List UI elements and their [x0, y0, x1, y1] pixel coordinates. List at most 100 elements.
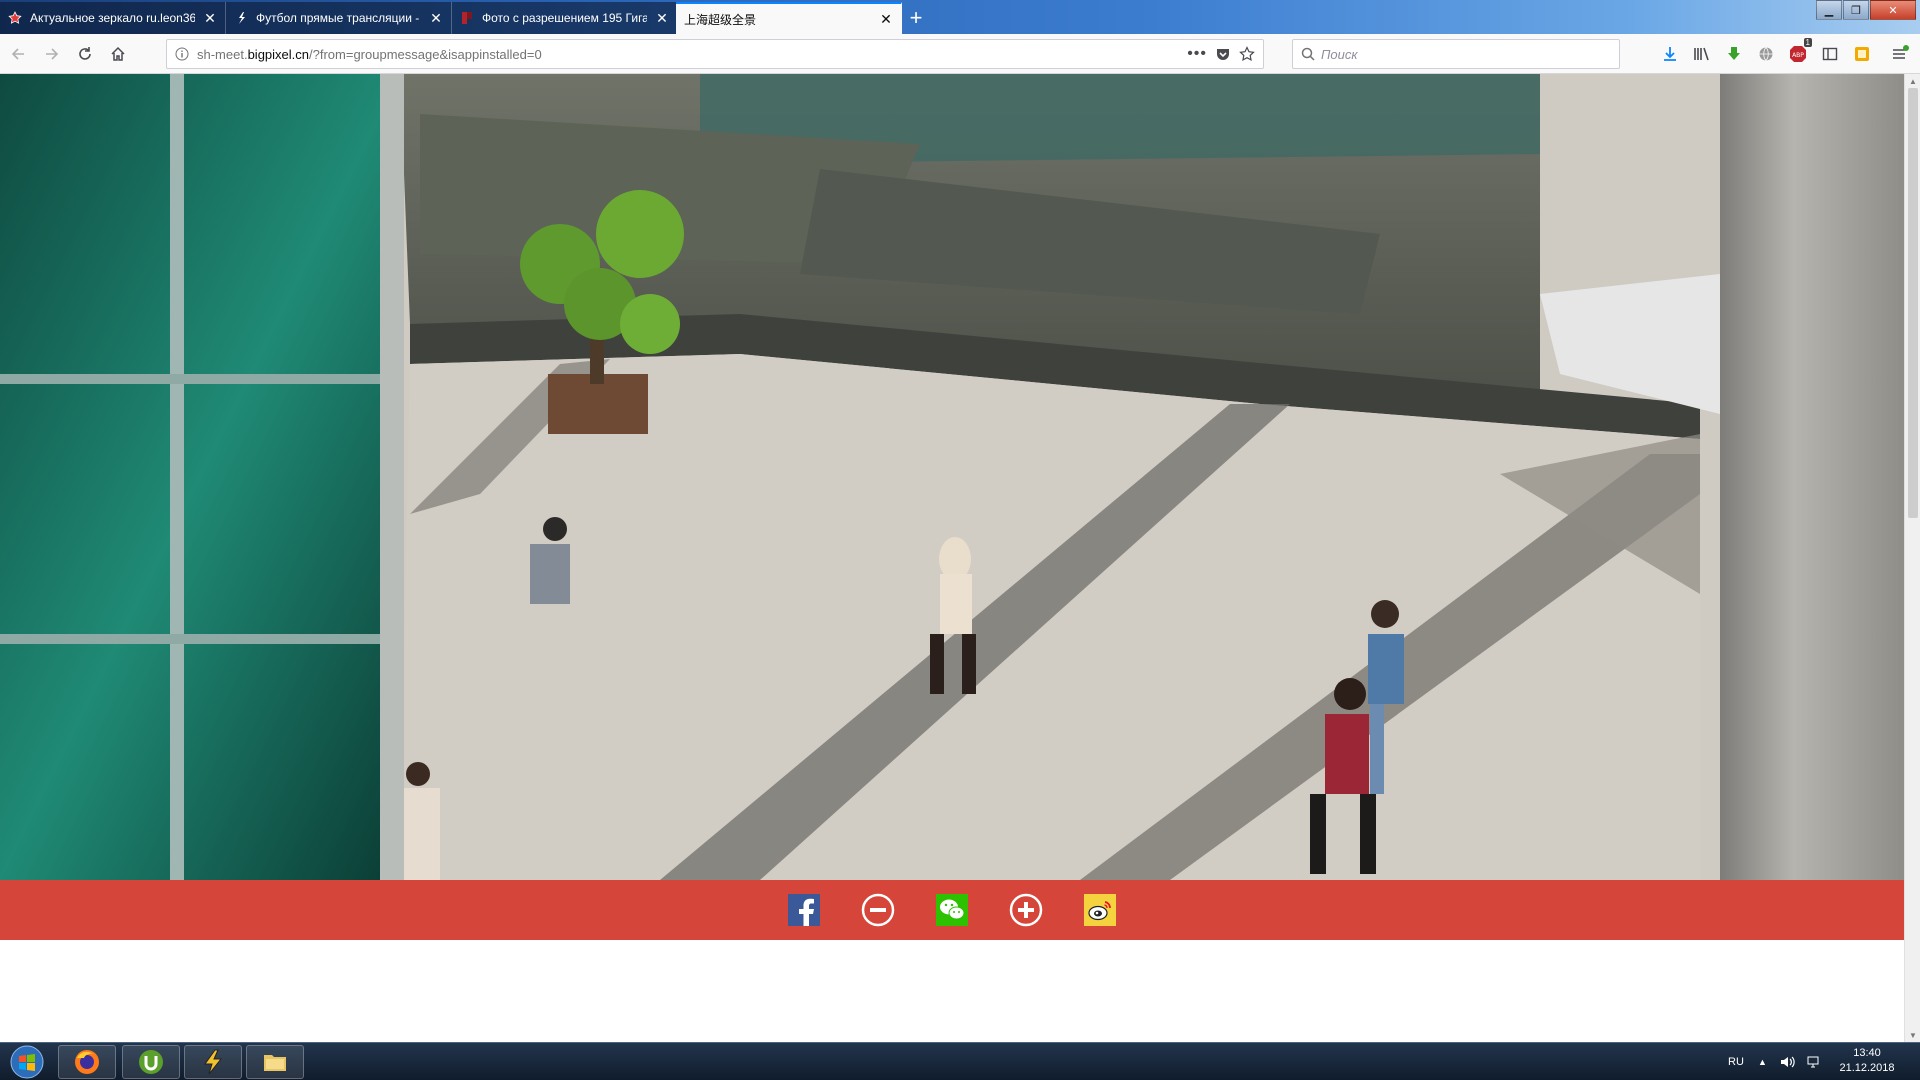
plus-icon: + — [909, 5, 923, 30]
tab-strip: Актуальное зеркало ru.leon36 ✕ Футбол пр… — [0, 0, 1920, 34]
page-content — [0, 74, 1904, 1042]
url-text: sh-meet.bigpixel.cn/?from=groupmessage&i… — [197, 47, 1179, 62]
scroll-up-icon[interactable]: ▲ — [1905, 74, 1920, 88]
facebook-share-button[interactable] — [787, 893, 821, 927]
weibo-icon — [1084, 894, 1116, 926]
taskbar-explorer[interactable] — [246, 1045, 304, 1079]
zoom-in-icon — [1009, 893, 1043, 927]
downloads-button[interactable] — [1658, 42, 1682, 66]
back-arrow-icon — [11, 48, 24, 60]
pocket-icon[interactable] — [1215, 46, 1231, 62]
download-icon — [1664, 47, 1676, 61]
forward-button[interactable] — [38, 40, 66, 68]
adblock-icon: ABP — [1790, 46, 1806, 62]
scroll-down-icon[interactable]: ▼ — [1905, 1028, 1920, 1042]
scroll-thumb[interactable] — [1908, 88, 1918, 518]
extension-download-button[interactable] — [1722, 42, 1746, 66]
zoom-in-button[interactable] — [1009, 893, 1043, 927]
soccer-site-icon — [239, 12, 245, 24]
hamburger-menu-icon — [1893, 45, 1909, 59]
panorama-photo[interactable] — [0, 74, 1904, 880]
wechat-share-button[interactable] — [935, 893, 969, 927]
reload-icon — [79, 47, 91, 60]
tab-shanghai[interactable]: 上海超级全景 ✕ — [676, 2, 902, 34]
tab-title: Актуальное зеркало ru.leon36 — [30, 11, 195, 25]
start-button[interactable] — [6, 1044, 48, 1080]
utorrent-icon — [139, 1050, 163, 1074]
leon-star-icon — [8, 11, 22, 24]
wechat-icon — [936, 894, 968, 926]
clock-time: 13:40 — [1853, 1047, 1881, 1059]
tray-expand[interactable]: ▲ — [1758, 1043, 1767, 1080]
home-button[interactable] — [104, 40, 132, 68]
reload-button[interactable] — [71, 40, 99, 68]
network-icon — [1807, 1056, 1819, 1068]
maximize-button[interactable]: ❐ — [1843, 0, 1869, 20]
close-icon[interactable]: ✕ — [655, 11, 669, 25]
close-icon[interactable]: ✕ — [203, 11, 217, 25]
extension-orange-button[interactable] — [1850, 42, 1874, 66]
bookmark-star-icon[interactable] — [1239, 46, 1255, 62]
taskbar-clock[interactable]: 13:40 21.12.2018 — [1832, 1046, 1902, 1076]
svg-text:ABP: ABP — [1792, 52, 1804, 59]
orange-square-icon — [1855, 47, 1869, 61]
globe-extension-button[interactable] — [1754, 42, 1778, 66]
close-icon[interactable]: ✕ — [879, 12, 893, 26]
forward-arrow-icon — [46, 48, 59, 60]
page-scrollbar[interactable]: ▲ ▼ — [1904, 74, 1920, 1042]
adblock-button[interactable]: ABP 1 — [1786, 38, 1812, 66]
sidebar-icon — [1822, 47, 1838, 61]
speaker-icon — [1781, 1056, 1795, 1068]
language-indicator[interactable]: RU — [1728, 1043, 1744, 1080]
windows-taskbar: RU ▲ 13:40 21.12.2018 — [0, 1042, 1920, 1080]
window-close-button[interactable]: ✕ — [1870, 0, 1916, 20]
facebook-icon — [788, 894, 820, 926]
file-explorer-icon — [264, 1055, 286, 1071]
adblock-badge: 1 — [1803, 38, 1812, 47]
nav-bar: sh-meet.bigpixel.cn/?from=groupmessage&i… — [0, 34, 1920, 74]
clock-date: 21.12.2018 — [1839, 1062, 1895, 1074]
search-bar[interactable]: Поиск — [1292, 39, 1620, 69]
back-button[interactable] — [4, 40, 32, 68]
tab-football[interactable]: Футбол прямые трансляции - ✕ — [226, 2, 452, 34]
taskbar-winamp[interactable] — [184, 1045, 242, 1079]
tab-title: Фото с разрешением 195 Гига — [482, 11, 647, 25]
tab-photo[interactable]: Фото с разрешением 195 Гига ✕ — [452, 2, 678, 34]
page-actions-icon[interactable]: ••• — [1187, 45, 1207, 63]
tab-leon[interactable]: Актуальное зеркало ru.leon36 ✕ — [0, 2, 226, 34]
home-icon — [111, 46, 125, 61]
network-button[interactable] — [1806, 1043, 1822, 1080]
library-button[interactable] — [1690, 42, 1714, 66]
sidebar-button[interactable] — [1818, 42, 1842, 66]
firefox-icon — [75, 1050, 99, 1074]
menu-button[interactable] — [1888, 42, 1912, 66]
url-bar[interactable]: sh-meet.bigpixel.cn/?from=groupmessage&i… — [166, 39, 1264, 69]
share-bar — [0, 880, 1904, 940]
language-label: RU — [1728, 1056, 1744, 1068]
volume-button[interactable] — [1780, 1043, 1796, 1080]
tab-title: Футбол прямые трансляции - — [256, 11, 420, 25]
zoom-out-button[interactable] — [861, 893, 895, 927]
panorama-image — [0, 74, 1904, 880]
zoom-out-icon — [861, 893, 895, 927]
green-download-icon — [1728, 47, 1740, 60]
globe-icon — [1759, 47, 1773, 61]
info-icon[interactable] — [175, 47, 189, 61]
url-host: bigpixel.cn — [247, 46, 310, 62]
search-icon — [1301, 47, 1315, 61]
new-tab-button[interactable]: + — [902, 4, 930, 32]
library-icon — [1694, 47, 1709, 61]
weibo-share-button[interactable] — [1083, 893, 1117, 927]
url-path: /?from=groupmessage&isappinstalled=0 — [309, 46, 542, 62]
photo-site-icon — [462, 12, 472, 24]
taskbar-utorrent[interactable] — [122, 1045, 180, 1079]
search-placeholder: Поиск — [1321, 46, 1358, 62]
chevron-up-icon: ▲ — [1758, 1057, 1767, 1067]
windows-start-icon — [10, 1045, 44, 1079]
winamp-icon — [204, 1049, 223, 1075]
minimize-button[interactable]: ▁ — [1816, 0, 1842, 20]
taskbar-firefox[interactable] — [58, 1045, 116, 1079]
close-icon[interactable]: ✕ — [429, 11, 443, 25]
tab-title: 上海超级全景 — [684, 12, 757, 27]
url-prefix: sh-meet. — [197, 46, 248, 62]
